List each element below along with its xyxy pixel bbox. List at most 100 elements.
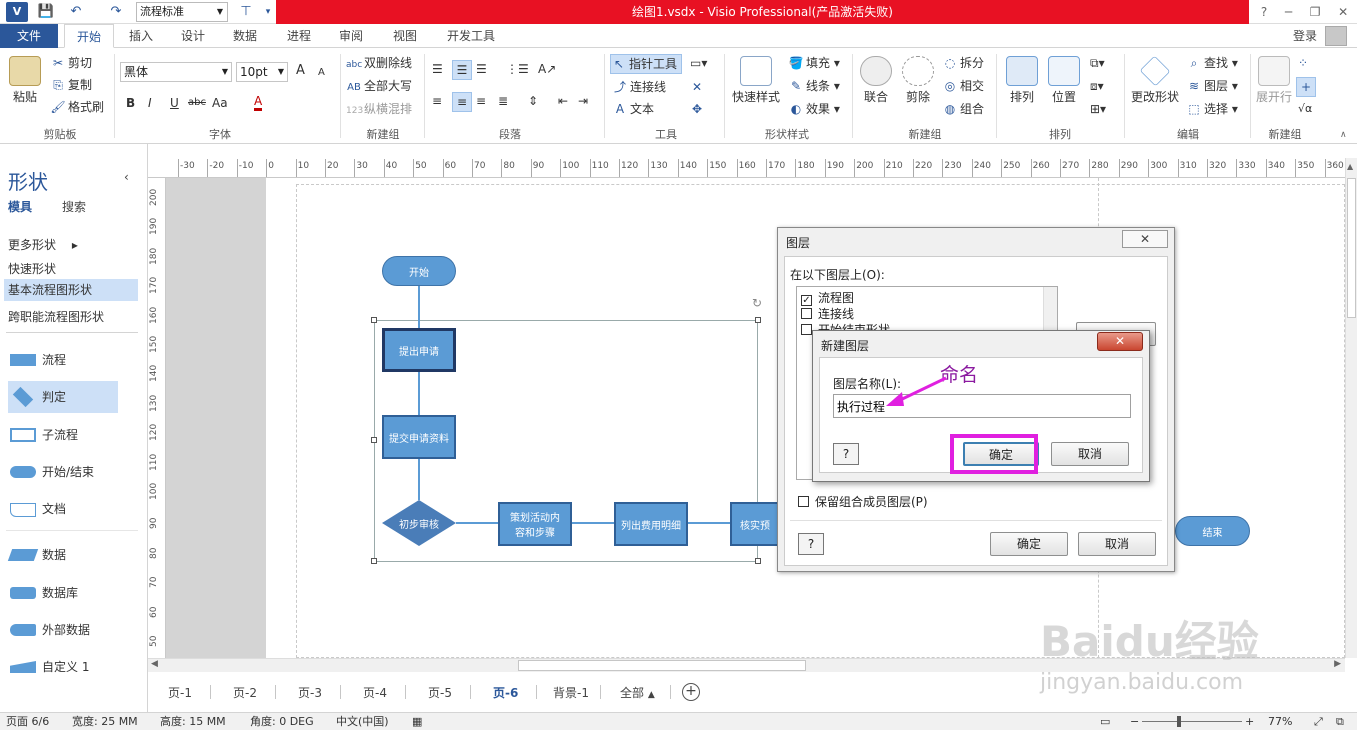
resize-handle[interactable]: [371, 317, 377, 323]
undo-icon[interactable]: ↶: [64, 2, 88, 22]
italic-button[interactable]: I: [148, 94, 152, 112]
connector-line[interactable]: [418, 284, 420, 328]
save-icon[interactable]: 💾: [36, 2, 56, 22]
group-icon[interactable]: ⊞▾: [1090, 100, 1106, 118]
split-button[interactable]: ◌ 拆分: [942, 54, 984, 72]
all-caps-button[interactable]: AB 全部大写: [346, 77, 412, 97]
layer-item-connector[interactable]: 连接线: [801, 305, 854, 322]
page-tab-5[interactable]: 页-5: [428, 684, 452, 701]
line-button[interactable]: ✎ 线条 ▾: [788, 77, 840, 95]
justify-icon[interactable]: ≣: [498, 92, 508, 110]
grid-icon[interactable]: ⁘: [1298, 54, 1308, 72]
shape-data[interactable]: 数据: [7, 539, 118, 571]
effect-button[interactable]: ◐ 效果 ▾: [788, 100, 840, 118]
union-button[interactable]: 联合: [858, 56, 894, 105]
tab-process[interactable]: 进程: [276, 24, 322, 48]
presentation-icon[interactable]: ▭: [1100, 713, 1110, 730]
shape-custom-1[interactable]: 自定义 1: [8, 651, 118, 683]
vertical-text-button[interactable]: 123纵横混排: [346, 100, 412, 120]
bullets-icon[interactable]: ⋮☰: [506, 60, 529, 78]
macro-record-icon[interactable]: ▦: [412, 713, 422, 730]
fill-button[interactable]: 🪣 填充 ▾: [788, 54, 840, 72]
tab-home[interactable]: 开始: [64, 24, 114, 48]
status-language[interactable]: 中文(中国): [336, 713, 389, 730]
page-tab-3[interactable]: 页-3: [298, 684, 322, 701]
quick-shapes-link[interactable]: 快速形状: [8, 260, 56, 277]
layers-dialog-close-button[interactable]: ✕: [1122, 230, 1168, 248]
strikethrough-button[interactable]: abc: [188, 94, 206, 112]
bold-button[interactable]: B: [126, 94, 135, 112]
resize-handle[interactable]: [755, 317, 761, 323]
collapse-panel-icon[interactable]: ‹: [124, 170, 129, 184]
fit-page-icon[interactable]: ⤢: [1314, 713, 1323, 730]
flow-plan[interactable]: 策划活动内容和步骤: [498, 502, 572, 546]
rectangle-tool-icon[interactable]: ▭▾: [690, 54, 707, 72]
zoom-in-icon[interactable]: +: [1245, 713, 1254, 730]
page-tab-background-1[interactable]: 背景-1: [553, 684, 589, 701]
layer-item-flowchart[interactable]: ✓ 流程图: [801, 289, 854, 306]
pointer-tool-button[interactable]: ↖ 指针工具: [610, 54, 683, 74]
double-strikethrough-button[interactable]: abc 双删除线: [346, 54, 412, 74]
paste-button[interactable]: 粘贴: [6, 56, 44, 105]
layer-name-input[interactable]: [833, 394, 1131, 418]
scroll-right-icon[interactable]: ▶: [1334, 659, 1341, 669]
tab-developer[interactable]: 开发工具: [438, 24, 504, 48]
tab-file[interactable]: 文件: [0, 24, 58, 48]
restore-icon[interactable]: ❐: [1310, 5, 1321, 19]
resize-handle[interactable]: [371, 437, 377, 443]
vertical-scrollbar[interactable]: ▲: [1345, 158, 1357, 658]
scroll-left-icon[interactable]: ◀: [151, 659, 158, 669]
layers-cancel-button[interactable]: 取消: [1078, 532, 1156, 556]
help-icon[interactable]: ?: [1261, 5, 1267, 19]
flow-end[interactable]: 结束: [1175, 516, 1250, 546]
font-family-select[interactable]: 黑体 ▼: [120, 62, 232, 82]
shrink-font-button[interactable]: A: [318, 64, 325, 82]
switch-windows-icon[interactable]: ⧉: [1336, 713, 1344, 730]
collapse-ribbon-icon[interactable]: ∧: [1340, 126, 1347, 144]
layers-help-button[interactable]: ?: [798, 533, 824, 555]
zoom-slider[interactable]: [1142, 721, 1242, 722]
x-icon[interactable]: ✕: [692, 78, 702, 96]
add-page-icon[interactable]: +: [682, 683, 700, 701]
resize-handle[interactable]: [755, 558, 761, 564]
layers-ok-button[interactable]: 确定: [990, 532, 1068, 556]
connector-tool-button[interactable]: ⤴ 连接线: [612, 78, 666, 96]
connection-point-icon[interactable]: ✥: [692, 100, 702, 118]
new-layer-cancel-button[interactable]: 取消: [1051, 442, 1129, 466]
shape-decision[interactable]: 判定: [8, 381, 118, 413]
zoom-slider-thumb[interactable]: [1177, 716, 1181, 727]
shape-external-data[interactable]: 外部数据: [8, 614, 118, 646]
connector-line[interactable]: [418, 371, 420, 416]
text-tool-button[interactable]: A 文本: [612, 100, 654, 118]
tab-search[interactable]: 搜索: [62, 198, 86, 215]
find-button[interactable]: ⌕ 查找 ▾: [1186, 54, 1238, 72]
cut-button[interactable]: ✂ 剪切: [50, 54, 92, 72]
align-left-icon[interactable]: ≡: [432, 92, 442, 110]
avatar[interactable]: [1325, 26, 1347, 46]
tab-stencils[interactable]: 模具: [8, 198, 32, 215]
page-tab-6[interactable]: 页-6: [493, 684, 518, 701]
copy-button[interactable]: ⎘ 复制: [50, 76, 92, 94]
font-color-button[interactable]: A: [254, 94, 263, 111]
page-tab-all[interactable]: 全部 ▲: [620, 684, 655, 701]
align-center-icon[interactable]: ≡: [452, 92, 472, 112]
resize-handle[interactable]: [371, 558, 377, 564]
decrease-indent-icon[interactable]: ⇤: [558, 92, 568, 110]
checkbox-icon[interactable]: [801, 308, 812, 319]
cross-functional-link[interactable]: 跨职能流程图形状: [8, 308, 104, 325]
shape-process[interactable]: 流程: [8, 344, 118, 376]
qat-customize-icon[interactable]: ▾: [262, 2, 274, 22]
tab-review[interactable]: 审阅: [328, 24, 374, 48]
flow-submit[interactable]: 提出申请: [382, 328, 456, 372]
sqrt-icon[interactable]: √α: [1298, 100, 1312, 118]
font-size-select[interactable]: 10pt ▼: [236, 62, 288, 82]
spacing-icon[interactable]: ⇕: [528, 92, 538, 110]
formula-icon[interactable]: +: [1296, 77, 1316, 97]
combine-button[interactable]: ◍ 组合: [942, 100, 984, 118]
tab-data[interactable]: 数据: [222, 24, 268, 48]
select-button[interactable]: ⬚ 选择 ▾: [1186, 100, 1238, 118]
close-icon[interactable]: ✕: [1338, 5, 1348, 19]
layers-button[interactable]: ≋ 图层 ▾: [1186, 77, 1238, 95]
basic-flowchart-link[interactable]: 基本流程图形状: [4, 279, 138, 301]
expand-row-button[interactable]: 展开行: [1254, 56, 1294, 105]
